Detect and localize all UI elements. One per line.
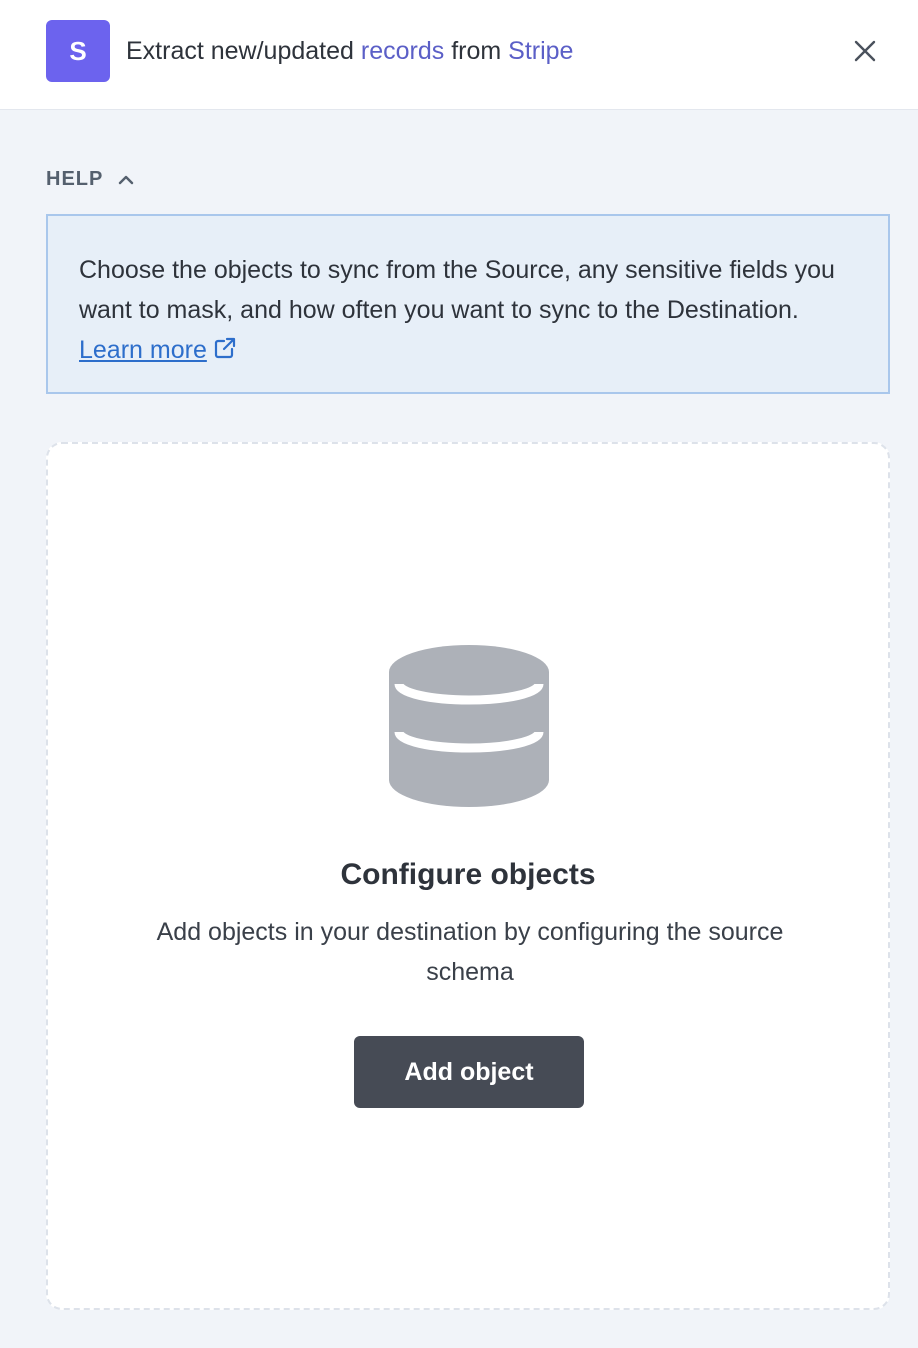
title-records: records — [360, 37, 445, 65]
help-toggle[interactable]: HELP — [46, 168, 135, 191]
title-mid: from — [444, 37, 509, 65]
close-button[interactable] — [848, 34, 882, 68]
stripe-logo-badge: S — [46, 20, 110, 82]
chevron-up-icon — [119, 175, 134, 184]
help-label: HELP — [46, 168, 104, 190]
add-object-button[interactable]: Add object — [354, 1036, 584, 1108]
empty-state-title: Configure objects — [340, 858, 596, 891]
title-prefix: Extract new/updated — [126, 37, 361, 65]
logo-letter: S — [69, 35, 87, 66]
learn-more-link[interactable]: Learn more — [79, 336, 207, 364]
empty-state-card: Configure objects Add objects in your de… — [46, 442, 890, 1310]
learn-more-label: Learn more — [79, 336, 207, 364]
modal-title: Extract new/updated records from Stripe — [126, 34, 573, 68]
external-link-icon — [214, 337, 235, 359]
empty-state-description: Add objects in your destination by confi… — [156, 918, 784, 986]
help-text: Choose the objects to sync from the Sour… — [79, 256, 835, 324]
help-text-paragraph: Choose the objects to sync from the Sour… — [79, 250, 858, 370]
modal-header: S Extract new/updated records from Strip… — [0, 0, 918, 110]
help-panel: Choose the objects to sync from the Sour… — [46, 214, 890, 394]
close-icon — [854, 40, 876, 62]
title-source: Stripe — [508, 37, 574, 65]
database-icon — [389, 645, 549, 807]
